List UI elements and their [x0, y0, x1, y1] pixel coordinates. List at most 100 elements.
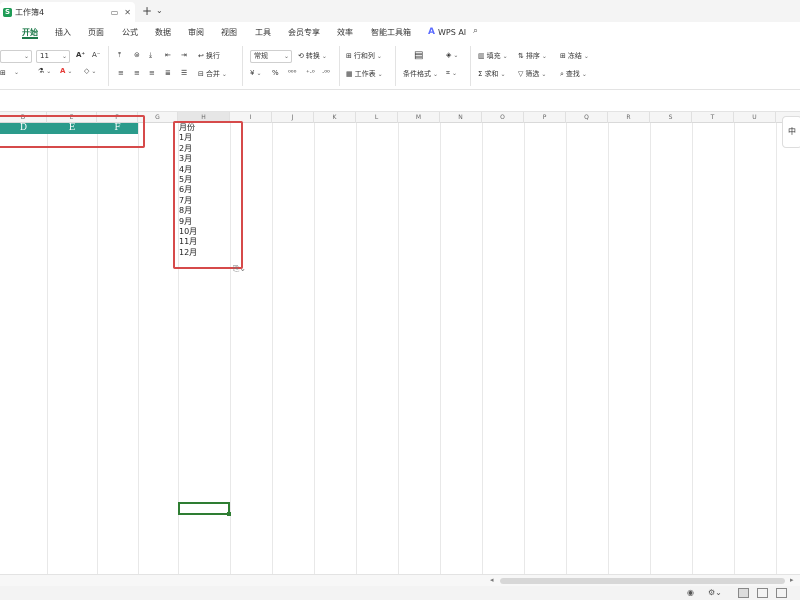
- rows-columns-button[interactable]: ⊞ 行和列 ⌄: [346, 51, 382, 61]
- menu-review[interactable]: 审阅: [188, 27, 204, 38]
- highlight-box-header-row: [0, 115, 145, 148]
- paste-options-icon[interactable]: ⎘⌄: [233, 264, 246, 274]
- worksheet-button[interactable]: ▦ 工作表 ⌄: [346, 69, 383, 79]
- currency-format-button[interactable]: ¥ ⌄: [250, 69, 262, 77]
- conditional-format-icon[interactable]: ▤: [414, 50, 423, 61]
- align-bottom-icon[interactable]: ⤓: [149, 51, 152, 60]
- new-tab-button[interactable]: +: [142, 4, 152, 18]
- conditional-format-button[interactable]: 条件格式 ⌄: [403, 69, 438, 79]
- column-header-j[interactable]: J: [272, 112, 314, 123]
- wrap-text-button[interactable]: ↩ 换行: [198, 51, 220, 61]
- menu-tools[interactable]: 工具: [255, 27, 271, 38]
- wps-ai-button[interactable]: A WPS AI: [428, 27, 466, 37]
- align-top-icon[interactable]: ⤒: [118, 51, 121, 60]
- increase-decimal-icon[interactable]: ⁺·⁰: [306, 69, 315, 77]
- page-layout-view-icon[interactable]: [757, 588, 768, 598]
- cell-style-icon: ◈: [446, 51, 452, 59]
- number-format-select[interactable]: 常规 ⌄: [250, 50, 292, 63]
- column-header-q[interactable]: Q: [566, 112, 608, 123]
- indent-increase-icon[interactable]: ⇥: [181, 51, 187, 59]
- fill-button[interactable]: ▥ 填充 ⌄: [478, 51, 508, 61]
- menu-page[interactable]: 页面: [88, 27, 104, 38]
- align-right-icon[interactable]: ≡: [149, 69, 155, 77]
- scroll-right-icon[interactable]: ▸: [790, 576, 794, 584]
- paint-bucket-icon: ⚗: [38, 67, 45, 75]
- fill-handle[interactable]: [227, 512, 231, 516]
- table-style-button[interactable]: ⌗ ⌄: [446, 69, 457, 78]
- scroll-thumb[interactable]: [500, 578, 785, 584]
- convert-button[interactable]: ⟲ 转换 ⌄: [298, 51, 327, 61]
- page-break-view-icon[interactable]: [776, 588, 787, 598]
- column-header-m[interactable]: M: [398, 112, 440, 123]
- convert-icon: ⟲: [298, 52, 304, 60]
- merge-cells-button[interactable]: ⊟ 合并 ⌄: [198, 69, 227, 79]
- cell-style-button[interactable]: ◈ ⌄: [446, 51, 458, 59]
- wps-spreadsheet-window: S 工作簿4 ▭ ✕ + ⌄ 开始 插入 页面 公式 数据 审阅 视图 工具 会…: [0, 0, 800, 600]
- menu-view[interactable]: 视图: [221, 27, 237, 38]
- column-header-u[interactable]: U: [734, 112, 776, 123]
- clear-format-button[interactable]: ◇ ⌄: [84, 67, 96, 75]
- decrease-font-icon[interactable]: A⁻: [92, 51, 100, 59]
- menu-formula[interactable]: 公式: [122, 27, 138, 38]
- border-icon[interactable]: ⊞: [0, 69, 6, 77]
- column-header-p[interactable]: P: [524, 112, 566, 123]
- align-left-icon[interactable]: ≡: [118, 69, 124, 77]
- close-tab-icon[interactable]: ✕: [124, 8, 131, 17]
- increase-font-icon[interactable]: A⁺: [76, 51, 85, 59]
- menu-efficiency[interactable]: 效率: [337, 27, 353, 38]
- border-dropdown-icon[interactable]: ⌄: [14, 69, 19, 76]
- column-header-t[interactable]: T: [692, 112, 734, 123]
- search-icon[interactable]: ⌕: [473, 26, 478, 36]
- document-title: 工作簿4: [15, 7, 45, 17]
- indent-decrease-icon[interactable]: ⇤: [165, 51, 171, 59]
- sort-button[interactable]: ⇅ 排序 ⌄: [518, 51, 547, 61]
- wps-ai-icon: A: [428, 27, 435, 37]
- cell-area[interactable]: [0, 123, 800, 574]
- spreadsheet-grid[interactable]: D E F G H I J K L M N O P Q R S T U D E …: [0, 112, 800, 574]
- distributed-align-icon[interactable]: ☰: [181, 69, 187, 77]
- justify-icon[interactable]: ≣: [165, 69, 171, 77]
- find-button[interactable]: ⌕ 查找 ⌄: [560, 69, 587, 79]
- column-header-l[interactable]: L: [356, 112, 398, 123]
- font-name-select[interactable]: ⌄: [0, 50, 32, 63]
- column-header-s[interactable]: S: [650, 112, 692, 123]
- freeze-button[interactable]: ⊞ 冻结 ⌄: [560, 51, 589, 61]
- normal-view-icon[interactable]: [738, 588, 749, 598]
- menu-bar: 开始 插入 页面 公式 数据 审阅 视图 工具 会员专享 效率 智能工具箱: [0, 22, 800, 42]
- input-method-widget[interactable]: 中: [782, 116, 800, 148]
- freeze-icon: ⊞: [560, 52, 566, 60]
- column-header-o[interactable]: O: [482, 112, 524, 123]
- wps-ai-label: WPS AI: [437, 27, 467, 37]
- status-bar: ◉ ⚙⌄: [0, 586, 800, 600]
- magnifier-icon: ⌕: [560, 69, 564, 78]
- column-header-n[interactable]: N: [440, 112, 482, 123]
- tab-list-chevron-icon[interactable]: ⌄: [156, 6, 163, 15]
- fill-color-button[interactable]: ⚗ ⌄: [38, 67, 51, 75]
- ribbon-toolbar: ⌄ 11 ⌄ A⁺ A⁻ ⊞ ⌄ ⚗ ⌄ A ⌄ ◇ ⌄ ⤒ ⊜ ⤓ ⇤ ⇥ ↩ 换行 ≡…: [0, 42, 800, 90]
- monitor-icon[interactable]: ▭: [111, 8, 119, 17]
- filter-button[interactable]: ▽ 筛选 ⌄: [518, 69, 546, 79]
- thousands-separator-icon[interactable]: ⁰⁰⁰: [288, 69, 296, 77]
- decrease-decimal-icon[interactable]: ·⁰⁰: [322, 69, 330, 77]
- filter-icon: ▽: [518, 70, 524, 78]
- column-header-k[interactable]: K: [314, 112, 356, 123]
- align-center-icon[interactable]: ≡: [134, 69, 140, 77]
- document-tab[interactable]: S 工作簿4 ▭ ✕: [0, 2, 135, 22]
- menu-smart-toolbox[interactable]: 智能工具箱: [371, 27, 411, 38]
- font-size-select[interactable]: 11 ⌄: [36, 50, 70, 63]
- menu-member[interactable]: 会员专享: [288, 27, 320, 38]
- rows-columns-icon: ⊞: [346, 52, 352, 60]
- menu-insert[interactable]: 插入: [55, 27, 71, 38]
- font-color-button[interactable]: A ⌄: [60, 67, 72, 75]
- sum-button[interactable]: Σ 求和 ⌄: [478, 69, 505, 79]
- selected-cell[interactable]: [178, 502, 230, 515]
- eye-protection-icon[interactable]: ◉: [687, 588, 694, 597]
- active-menu-indicator: [22, 37, 38, 39]
- align-middle-icon[interactable]: ⊜: [134, 51, 140, 59]
- horizontal-scrollbar[interactable]: ◂ ▸: [0, 574, 800, 586]
- settings-icon[interactable]: ⚙⌄: [708, 588, 722, 597]
- scroll-left-icon[interactable]: ◂: [490, 576, 494, 584]
- column-header-r[interactable]: R: [608, 112, 650, 123]
- menu-data[interactable]: 数据: [155, 27, 171, 38]
- percent-format-button[interactable]: %: [272, 69, 279, 77]
